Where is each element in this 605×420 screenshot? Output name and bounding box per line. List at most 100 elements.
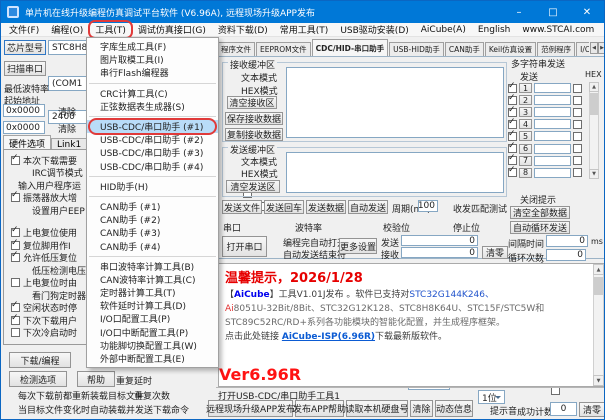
main-tab[interactable]: CAN助手 xyxy=(444,42,484,56)
tools-menu-item[interactable]: 串口波特率计算工具(B) xyxy=(87,260,218,273)
tools-menu-item[interactable]: USB-CDC/串口助手 (#3) xyxy=(87,146,218,159)
tools-menu-item[interactable] xyxy=(89,195,216,197)
tools-menu-item[interactable]: CAN助手 (#3) xyxy=(87,226,218,239)
notice-scroll-down-icon[interactable]: ▼ xyxy=(593,375,604,386)
main-tab[interactable]: 范例程序 xyxy=(537,42,576,56)
scroll-up-icon[interactable]: ▲ xyxy=(589,82,599,92)
row-number-button[interactable]: 6 xyxy=(519,143,532,154)
option-checkbox[interactable] xyxy=(11,314,20,325)
send-action-button[interactable]: 发送数据 xyxy=(306,200,346,214)
tools-menu-item[interactable]: CAN波特率计算工具(C) xyxy=(87,273,218,286)
tools-menu-item[interactable]: 串行Flash编程器 xyxy=(87,66,218,79)
copy-receive-button[interactable]: 复制接收数据 xyxy=(225,128,283,141)
row-enable-checkbox[interactable] xyxy=(508,154,517,166)
menu-item[interactable]: www.STCAI.com xyxy=(516,24,600,36)
row-enable-checkbox[interactable] xyxy=(508,166,517,178)
interval-input[interactable]: 0 xyxy=(546,235,588,247)
clear-all-button[interactable]: 清空全部数据 xyxy=(510,206,570,219)
main-tab[interactable]: EEPROM文件 xyxy=(256,42,311,56)
tools-menu-item[interactable]: HID助手(H) xyxy=(87,180,218,193)
start-addr1-input[interactable]: 0x0000 xyxy=(3,104,45,117)
row-enable-checkbox[interactable] xyxy=(508,94,517,105)
menu-item[interactable]: English xyxy=(472,24,517,36)
row-hex-checkbox[interactable] xyxy=(573,107,582,117)
open-port-button[interactable]: 打开串口 xyxy=(222,236,267,257)
scroll-down-icon[interactable]: ▼ xyxy=(589,169,599,179)
send-action-button[interactable]: 发送回车 xyxy=(264,200,304,214)
tools-menu-item[interactable]: 外部中断配置工具(E) xyxy=(87,352,218,365)
download-program-button[interactable]: 下载/编程 xyxy=(9,352,71,368)
tools-menu-item[interactable]: 功能脚切换配置工具(W) xyxy=(87,339,218,352)
tools-menu-item[interactable]: 定时器计算工具(T) xyxy=(87,286,218,299)
aicube-isp-link[interactable]: AiCube-ISP(6.96R) xyxy=(282,332,375,342)
row-number-button[interactable]: 4 xyxy=(519,119,532,130)
publish-app-button[interactable]: 远程现场升级APP发布 xyxy=(206,400,295,417)
tools-menu-item[interactable]: USB-CDC/串口助手 (#1) xyxy=(87,117,218,136)
menu-item[interactable]: 工具(T) xyxy=(88,20,133,39)
row-enable-checkbox[interactable] xyxy=(508,82,517,93)
send-action-button[interactable]: 自动发送 xyxy=(348,200,388,214)
main-tab[interactable]: USB-HID助手 xyxy=(389,42,444,56)
loop-count-input[interactable]: 0 xyxy=(546,249,586,261)
row-number-button[interactable]: 2 xyxy=(519,95,532,106)
option-checkbox[interactable] xyxy=(11,154,20,165)
row-text-input[interactable] xyxy=(534,131,571,142)
dynamic-info-button[interactable]: 动态信息 xyxy=(435,400,473,417)
clear-send-button[interactable]: 清空发送区 xyxy=(226,180,280,193)
row-text-input[interactable] xyxy=(534,83,571,94)
tools-menu-item[interactable]: CAN助手 (#4) xyxy=(87,239,218,253)
tools-menu-item[interactable] xyxy=(89,115,216,117)
menu-item[interactable]: 资料下载(D) xyxy=(212,22,274,37)
notice-scrollbar-thumb[interactable] xyxy=(594,277,603,295)
start-addr2-input[interactable]: 0x0000 xyxy=(3,121,45,134)
main-tab[interactable]: I/O口配置 xyxy=(576,42,589,56)
row-enable-checkbox[interactable] xyxy=(508,130,517,141)
tools-menu-item[interactable]: I/O口配置工具(P) xyxy=(87,312,218,325)
row-number-button[interactable]: 8 xyxy=(519,167,532,178)
main-tab[interactable]: Keil仿真设置 xyxy=(484,42,537,56)
auto-loop-button[interactable]: 自动循环发送 xyxy=(510,221,570,234)
tools-menu-item[interactable] xyxy=(89,82,216,84)
notice-scroll-up-icon[interactable]: ▲ xyxy=(593,264,604,275)
chip-model-button[interactable]: 芯片型号 xyxy=(4,40,46,55)
tools-menu-item[interactable]: USB-CDC/串口助手 (#2) xyxy=(87,133,218,146)
tools-menu-item[interactable] xyxy=(89,255,216,257)
row-text-input[interactable] xyxy=(534,155,571,166)
option-checkbox[interactable] xyxy=(11,251,20,263)
row-hex-checkbox[interactable] xyxy=(573,95,582,105)
menu-item[interactable]: 文件(F) xyxy=(3,22,45,37)
option-checkbox[interactable] xyxy=(11,301,20,313)
option-checkbox[interactable] xyxy=(11,239,20,250)
tools-menu-item[interactable]: 图片取模工具(I) xyxy=(87,53,218,66)
scan-port-button[interactable]: 扫描串口 xyxy=(4,61,46,76)
row-text-input[interactable] xyxy=(534,107,571,118)
main-tab[interactable]: CDC/HID-串口助手 xyxy=(311,39,389,56)
scrollbar-thumb[interactable] xyxy=(590,93,598,115)
menu-item[interactable]: 常用工具(T) xyxy=(274,22,335,37)
row-hex-checkbox[interactable] xyxy=(573,144,582,154)
help-button[interactable]: 帮助 xyxy=(77,371,115,387)
option-checkbox[interactable] xyxy=(11,191,20,203)
tab-scroll-left-icon[interactable]: ◀ xyxy=(590,42,598,54)
tools-menu-item[interactable]: 软件延时计算工具(D) xyxy=(87,299,218,312)
receive-textarea[interactable] xyxy=(286,67,504,138)
menu-item[interactable]: 调试仿真接口(G) xyxy=(132,22,212,37)
send-textarea[interactable] xyxy=(286,152,504,193)
row-hex-checkbox[interactable] xyxy=(573,131,582,141)
tools-menu-item[interactable]: CAN助手 (#1) xyxy=(87,200,218,213)
tools-menu-item[interactable] xyxy=(89,175,216,177)
clear-receive-button[interactable]: 清空接收区 xyxy=(227,96,277,109)
row-enable-checkbox[interactable] xyxy=(508,106,517,117)
stop-select[interactable]: 1位 xyxy=(478,390,505,404)
row-hex-checkbox[interactable] xyxy=(573,83,582,93)
row-text-input[interactable] xyxy=(534,95,571,106)
minimize-icon[interactable]: – xyxy=(502,1,536,23)
row-enable-checkbox[interactable] xyxy=(508,142,517,154)
tools-menu-item[interactable]: CAN助手 (#2) xyxy=(87,213,218,226)
period-input[interactable]: 100 xyxy=(418,200,438,212)
reset-count-button[interactable]: 清零 xyxy=(579,402,604,417)
row-number-button[interactable]: 5 xyxy=(519,131,532,142)
row-number-button[interactable]: 3 xyxy=(519,107,532,118)
tools-menu-item[interactable]: 字库生成工具(F) xyxy=(87,40,218,53)
row-enable-checkbox[interactable] xyxy=(508,118,517,129)
